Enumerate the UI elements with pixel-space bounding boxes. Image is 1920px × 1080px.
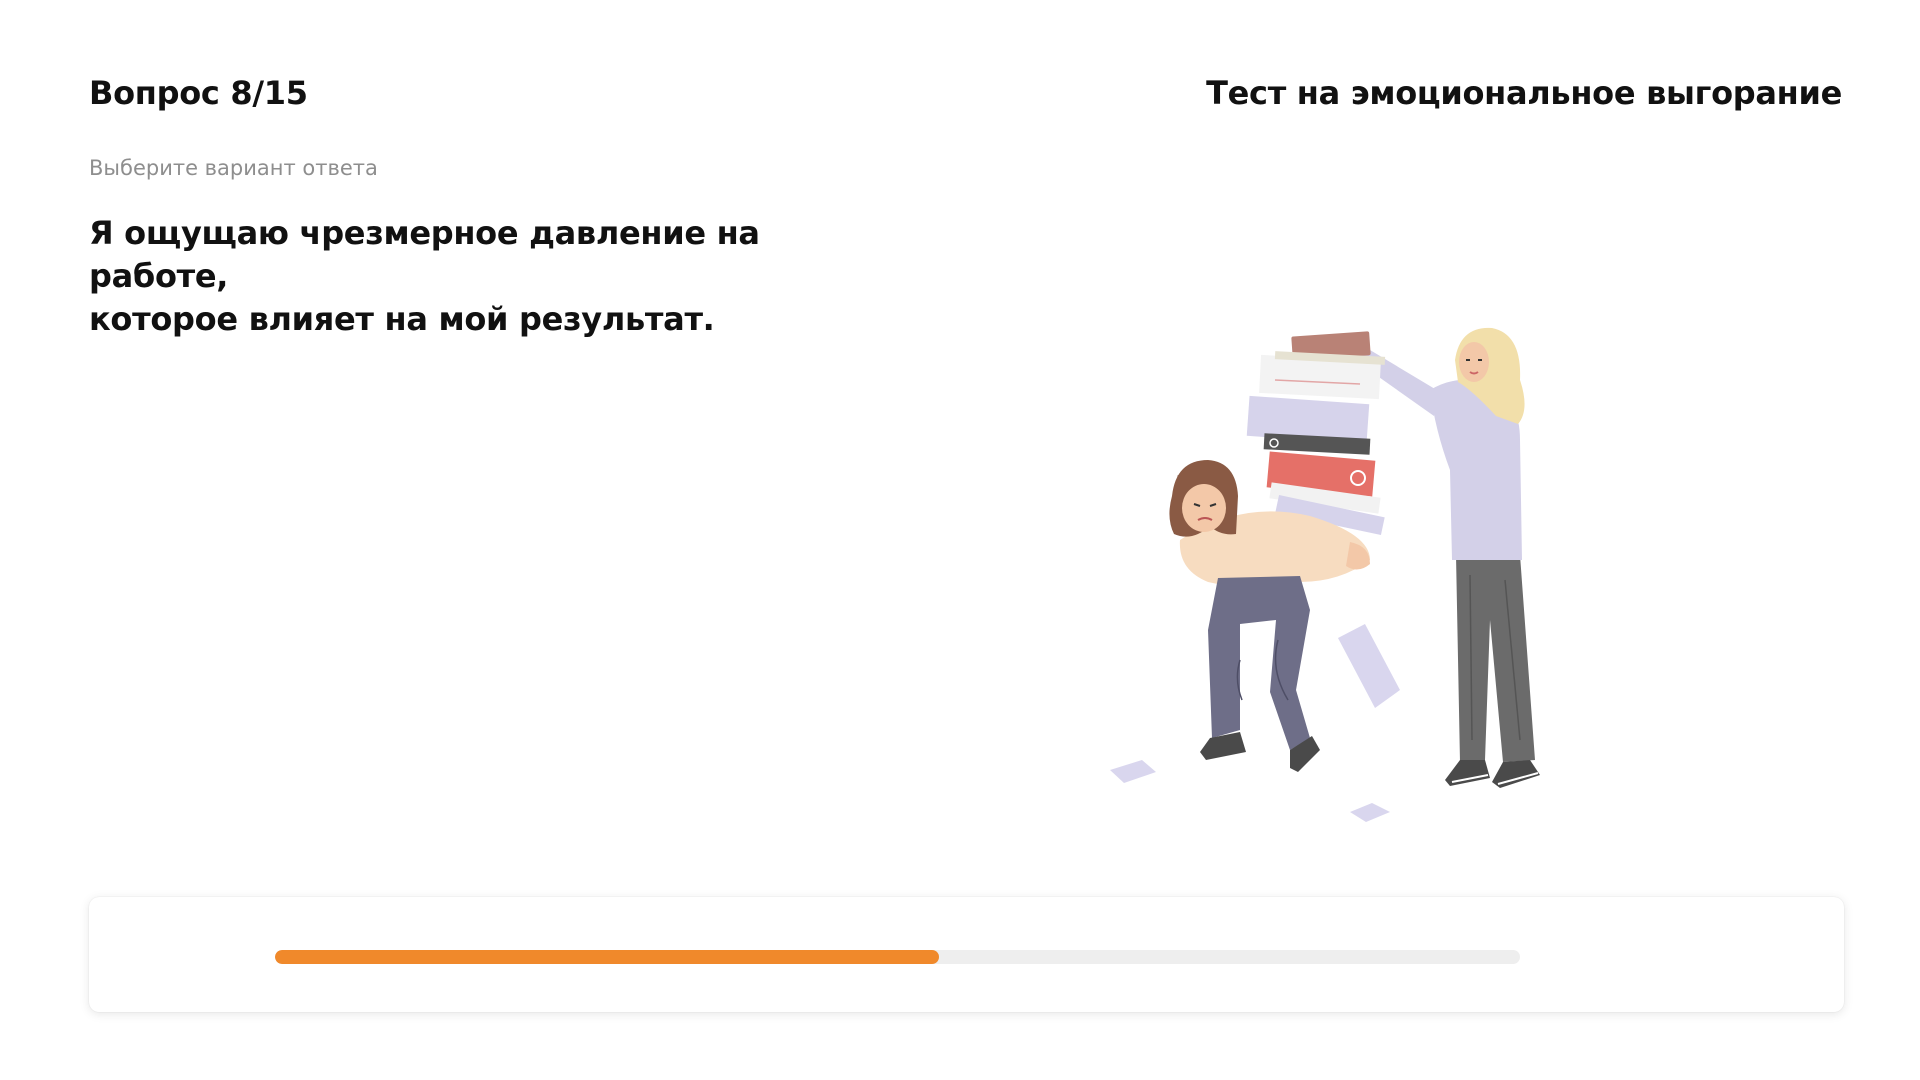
question-line-2: которое влияет на мой результат.	[89, 300, 715, 338]
progress-bar	[275, 950, 1520, 964]
progress-card	[89, 897, 1844, 1012]
test-title: Тест на эмоциональное выгорание	[1206, 74, 1842, 112]
question-counter: Вопрос 8/15	[89, 74, 308, 112]
progress-bar-fill	[275, 950, 939, 964]
stress-at-work-illustration	[1110, 327, 1540, 822]
question-line-1: Я ощущаю чрезмерное давление на работе,	[89, 214, 760, 295]
answer-hint: Выберите вариант ответа	[89, 156, 378, 180]
question-text: Я ощущаю чрезмерное давление на работе, …	[89, 212, 909, 341]
